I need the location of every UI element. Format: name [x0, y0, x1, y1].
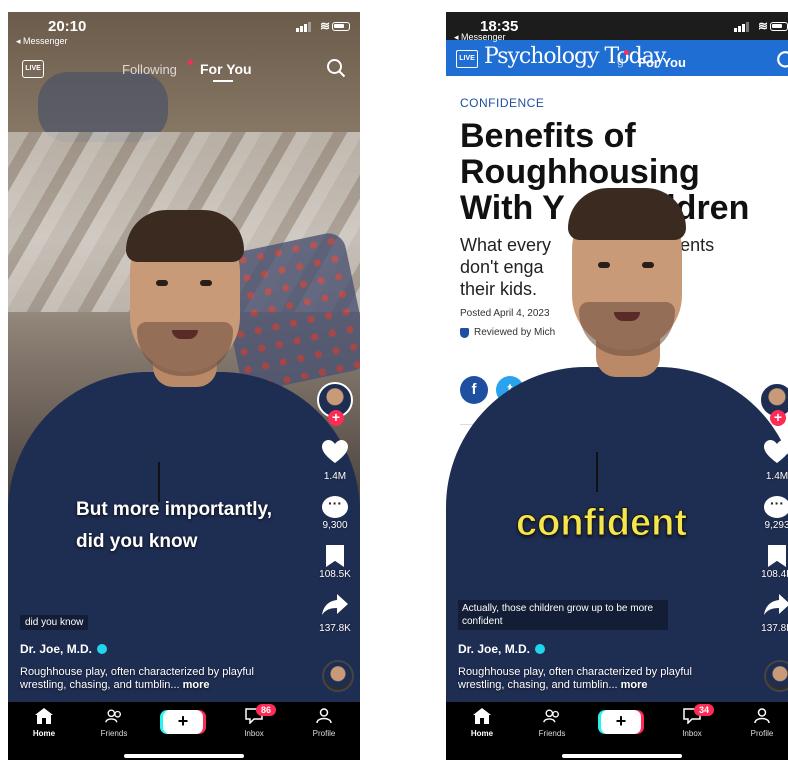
- music-disc[interactable]: [764, 660, 788, 692]
- cell-signal-icon: [296, 22, 311, 32]
- bookmark-icon[interactable]: [768, 545, 786, 567]
- share-icon[interactable]: [322, 594, 348, 616]
- plus-icon: +: [177, 711, 189, 731]
- nav-profile-label: Profile: [750, 729, 774, 738]
- like-count: 1.4M: [323, 471, 347, 482]
- comment-count: 9,293: [764, 520, 788, 531]
- author-name[interactable]: Dr. Joe, M.D.: [20, 642, 108, 656]
- top-nav: LIVE Following For You: [8, 56, 360, 86]
- nav-inbox-label: Inbox: [682, 729, 702, 738]
- status-time: 20:10: [48, 18, 87, 35]
- nav-inbox[interactable]: 34 Inbox: [662, 704, 722, 738]
- author-label: Dr. Joe, M.D.: [20, 642, 93, 656]
- author-name[interactable]: Dr. Joe, M.D.: [458, 642, 546, 656]
- plus-icon[interactable]: +: [328, 410, 344, 426]
- inbox-badge: 34: [694, 704, 715, 716]
- author-label: Dr. Joe, M.D.: [458, 642, 531, 656]
- nav-friends-label: Friends: [100, 729, 128, 738]
- profile-icon: [754, 708, 770, 724]
- caption-line-2: did you know: [76, 531, 198, 552]
- nav-profile-label: Profile: [312, 729, 336, 738]
- status-bar: 20:10 ◂ Messenger ≋: [8, 12, 360, 46]
- video-description[interactable]: Roughhouse play, often characterized by …: [458, 666, 728, 692]
- action-rail: + 1.4M ··· 9,293 108.4K 137.8K: [756, 382, 788, 634]
- home-icon: [35, 708, 53, 724]
- tiktok-video-right[interactable]: LIVE Psychology Today g For You 18:35 ◂ …: [446, 12, 788, 760]
- bottom-nav: Home Friends + 34 Inbox Profile: [446, 702, 788, 760]
- text-sticker: did you know: [20, 615, 89, 630]
- nav-home[interactable]: Home: [452, 708, 512, 738]
- comment-count: 9,300: [322, 520, 348, 531]
- creator-avatar[interactable]: +: [759, 382, 788, 426]
- video-description[interactable]: Roughhouse play, often characterized by …: [20, 666, 290, 692]
- share-count: 137.8K: [319, 623, 351, 634]
- active-tab-indicator: [213, 80, 233, 82]
- more-link[interactable]: more: [621, 679, 648, 691]
- profile-icon: [316, 708, 332, 724]
- friends-icon: [105, 709, 121, 723]
- following-notification-dot: [188, 60, 193, 65]
- live-icon[interactable]: LIVE: [22, 60, 44, 78]
- plus-icon: +: [615, 711, 627, 731]
- nav-profile[interactable]: Profile: [732, 708, 788, 738]
- tiktok-video-left[interactable]: 20:10 ◂ Messenger ≋ LIVE Following For Y…: [8, 12, 360, 760]
- tab-following[interactable]: Following: [122, 62, 177, 77]
- nav-friends[interactable]: Friends: [522, 708, 582, 738]
- tab-for-you[interactable]: For You: [200, 61, 252, 77]
- video-caption: But more importantly, did you know: [76, 494, 272, 558]
- action-rail: + 1.4M ··· 9,300 108.5K 137.8K: [314, 382, 356, 634]
- home-indicator: [562, 754, 682, 758]
- nav-home[interactable]: Home: [14, 708, 74, 738]
- nav-profile[interactable]: Profile: [294, 708, 354, 738]
- caption-line-1: But more importantly,: [76, 499, 272, 520]
- bottom-nav: Home Friends + 86 Inbox Profile: [8, 702, 360, 760]
- heart-icon[interactable]: [764, 440, 788, 464]
- plus-icon[interactable]: +: [770, 410, 786, 426]
- nav-home-label: Home: [470, 729, 494, 738]
- home-icon: [473, 708, 491, 724]
- music-disc[interactable]: [322, 660, 354, 692]
- save-count: 108.5K: [319, 569, 351, 580]
- comment-icon[interactable]: ···: [322, 496, 348, 518]
- nav-inbox[interactable]: 86 Inbox: [224, 704, 284, 738]
- creator-avatar[interactable]: +: [317, 382, 353, 426]
- back-to-messenger[interactable]: ◂ Messenger: [16, 36, 68, 47]
- nav-home-label: Home: [32, 729, 56, 738]
- nav-inbox-label: Inbox: [244, 729, 264, 738]
- search-icon[interactable]: [326, 58, 346, 78]
- verified-icon: [535, 644, 546, 654]
- heart-icon[interactable]: [322, 440, 348, 464]
- wifi-icon: ≋: [319, 19, 330, 33]
- like-count: 1.4M: [765, 471, 788, 482]
- battery-icon: [332, 22, 350, 31]
- create-button[interactable]: +: [601, 710, 641, 734]
- create-button[interactable]: +: [163, 710, 203, 734]
- nav-friends-label: Friends: [538, 729, 566, 738]
- verified-icon: [97, 644, 108, 654]
- description-text: Roughhouse play, often characterized by …: [20, 666, 254, 691]
- save-count: 108.4K: [761, 569, 788, 580]
- text-sticker: Actually, those children grow up to be m…: [458, 600, 668, 630]
- share-count: 137.8K: [761, 623, 788, 634]
- home-indicator: [124, 754, 244, 758]
- comment-icon[interactable]: ···: [764, 496, 788, 518]
- description-text: Roughhouse play, often characterized by …: [458, 666, 692, 691]
- nav-friends[interactable]: Friends: [84, 708, 144, 738]
- share-icon[interactable]: [764, 594, 788, 616]
- friends-icon: [543, 709, 559, 723]
- video-caption: confident: [516, 502, 688, 545]
- bookmark-icon[interactable]: [326, 545, 344, 567]
- inbox-badge: 86: [256, 704, 277, 716]
- more-link[interactable]: more: [183, 679, 210, 691]
